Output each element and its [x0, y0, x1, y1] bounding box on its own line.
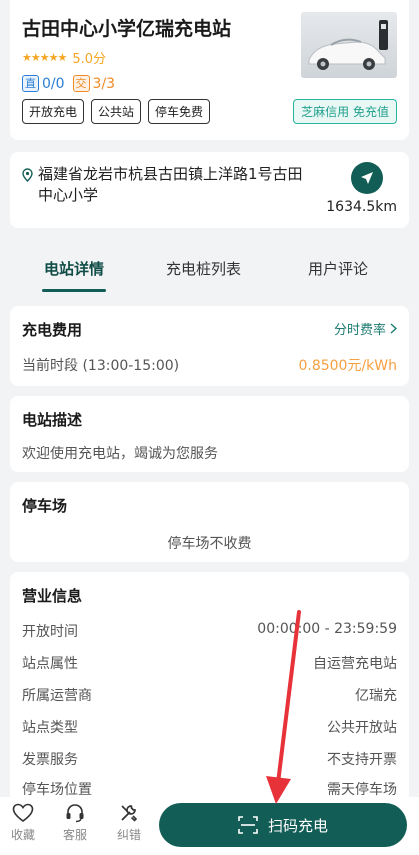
current-price: 0.8500元/kWh	[298, 358, 397, 374]
parking-title: 停车场	[22, 497, 68, 515]
business-row-value: 亿瑞充	[355, 688, 397, 704]
dc-port-count: 直 0/0	[22, 75, 65, 92]
favorite-label: 收藏	[10, 828, 35, 842]
service-label: 客服	[62, 828, 87, 842]
rating-score: 5.0分	[72, 52, 106, 67]
customer-service-button[interactable]: 客服	[55, 803, 95, 843]
parking-text: 停车场不收费	[167, 536, 252, 552]
dc-count: 0/0	[42, 75, 65, 92]
station-name: 古田中心小学亿瑞充电站	[22, 18, 232, 40]
distance-label: 1634.5km	[326, 199, 397, 215]
station-rating: ★★★★★ 5.0分	[22, 48, 106, 67]
detail-tabs: 电站详情 充电桩列表 用户评论	[10, 238, 409, 294]
description-text: 欢迎使用充电站，竭诚为您服务	[22, 446, 218, 462]
active-tab-indicator	[42, 289, 106, 292]
heart-icon	[12, 803, 34, 822]
report-error-button[interactable]: 纠错	[109, 803, 149, 843]
business-row: 发票服务 不支持开票	[22, 749, 397, 769]
business-row-label: 发票服务	[22, 752, 78, 768]
navigation-arrow-icon	[361, 172, 373, 184]
dc-badge: 直	[22, 75, 39, 92]
parking-card: 停车场 停车场不收费	[10, 482, 409, 562]
station-description-card: 电站描述 欢迎使用充电站，竭诚为您服务	[10, 396, 409, 472]
station-header-card: 古田中心小学亿瑞充电站 ★★★★★ 5.0分 直 0/0 交 3/3 开放充电 …	[10, 0, 409, 140]
business-row: 停车场位置 需天停车场	[22, 779, 397, 799]
business-row-label: 站点属性	[22, 656, 78, 672]
station-tags: 开放充电 公共站 停车免费	[22, 99, 211, 124]
zhima-credit-badge[interactable]: 芝麻信用 免充值	[293, 99, 397, 124]
rating-stars-icon: ★★★★★	[22, 51, 67, 64]
favorite-button[interactable]: 收藏	[3, 803, 43, 843]
charging-fee-card: 充电费用 分时费率 当前时段 (13:00-15:00) 0.8500元/kWh	[10, 306, 409, 386]
port-summary: 直 0/0 交 3/3	[22, 75, 115, 92]
report-label: 纠错	[116, 828, 141, 842]
business-row-label: 站点类型	[22, 720, 78, 736]
scan-icon	[238, 816, 258, 834]
time-based-rate-link[interactable]: 分时费率	[334, 319, 397, 338]
station-address: 福建省龙岩市杭县古田镇上洋路1号古田中心小学	[38, 165, 303, 204]
business-row-value: 00:00:00 - 23:59:59	[257, 621, 397, 637]
business-row: 站点属性 自运营充电站	[22, 653, 397, 673]
wrench-icon	[121, 805, 138, 822]
tab-station-details[interactable]: 电站详情	[44, 258, 104, 279]
tag-public-station: 公共站	[91, 99, 142, 124]
business-row: 所属运营商 亿瑞充	[22, 685, 397, 705]
description-title: 电站描述	[22, 411, 83, 429]
address-card: 福建省龙岩市杭县古田镇上洋路1号古田中心小学 1634.5km	[10, 152, 409, 228]
station-photo[interactable]	[301, 12, 397, 78]
chevron-right-icon	[390, 323, 397, 334]
navigate-button[interactable]	[351, 162, 383, 194]
fee-link-label: 分时费率	[333, 323, 386, 338]
business-row: 开放时间 00:00:00 - 23:59:59	[22, 621, 397, 641]
scan-label: 扫码充电	[267, 816, 328, 835]
business-row-value: 不支持开票	[327, 752, 397, 768]
current-period: 当前时段 (13:00-15:00)	[22, 358, 180, 374]
tag-open-charging: 开放充电	[22, 99, 85, 124]
scan-to-charge-button[interactable]: 扫码充电	[159, 803, 407, 847]
business-row-value: 自运营充电站	[313, 656, 397, 672]
ac-count: 3/3	[92, 75, 116, 92]
business-row-label: 停车场位置	[22, 782, 92, 798]
headset-icon	[66, 804, 84, 823]
tag-free-parking: 停车免费	[148, 99, 211, 124]
business-row: 站点类型 公共开放站	[22, 717, 397, 737]
tab-charger-list[interactable]: 充电桩列表	[166, 258, 241, 279]
business-title: 营业信息	[22, 587, 83, 605]
location-pin-icon	[22, 167, 33, 186]
ac-port-count: 交 3/3	[72, 75, 116, 92]
fee-title: 充电费用	[22, 321, 83, 339]
business-info-card: 营业信息 开放时间 00:00:00 - 23:59:59 站点属性 自运营充电…	[10, 572, 409, 802]
business-row-value: 公共开放站	[327, 720, 397, 736]
tab-user-reviews[interactable]: 用户评论	[308, 258, 368, 279]
business-row-label: 开放时间	[22, 624, 78, 640]
bottom-action-bar: 收藏 客服 纠错 扫码充电	[0, 797, 419, 855]
business-row-value: 需天停车场	[327, 782, 397, 798]
ac-badge: 交	[72, 75, 90, 92]
business-row-label: 所属运营商	[22, 688, 92, 704]
